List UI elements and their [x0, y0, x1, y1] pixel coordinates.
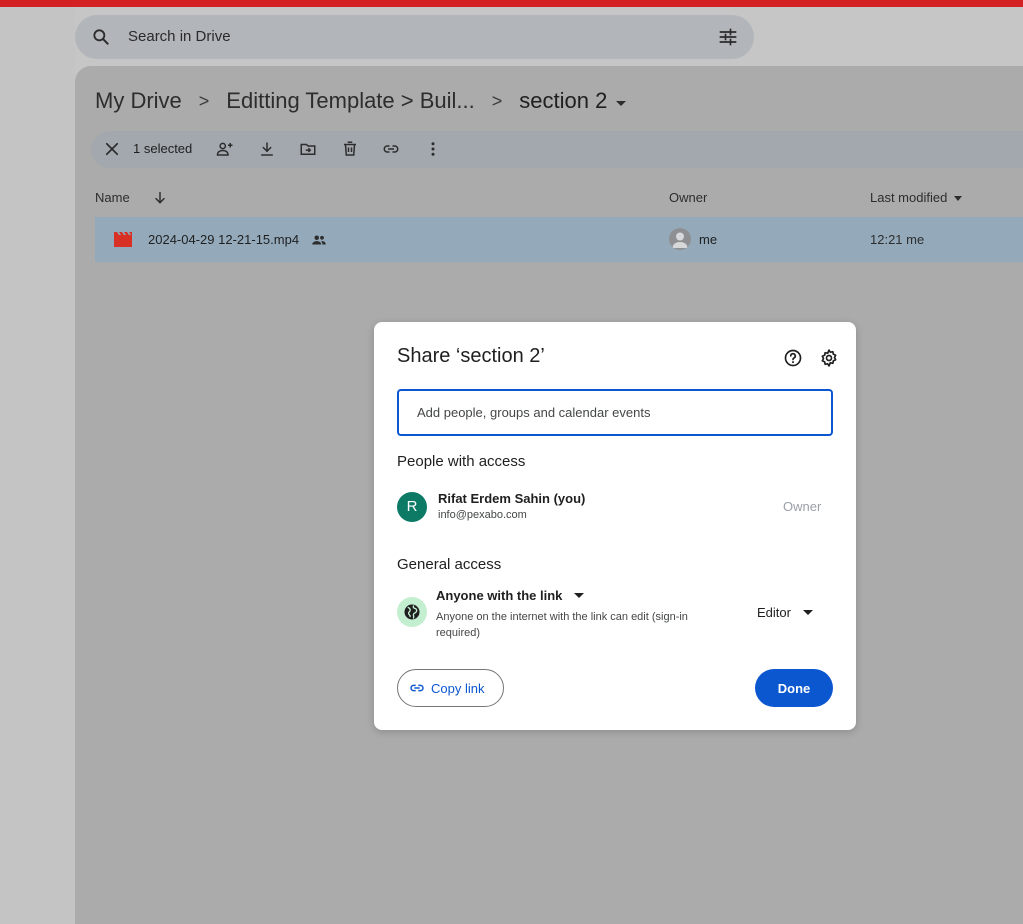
person-email: info@pexabo.com — [438, 509, 527, 521]
person-name: Rifat Erdem Sahin (you) — [438, 491, 586, 506]
general-access-dropdown[interactable]: Anyone with the link — [436, 588, 585, 603]
link-icon[interactable] — [382, 140, 400, 158]
breadcrumb: My Drive > Editting Template > Buil... >… — [95, 86, 627, 116]
more-vert-icon[interactable] — [424, 140, 442, 158]
download-icon[interactable] — [258, 140, 276, 158]
column-header-owner[interactable]: Owner — [669, 190, 707, 205]
general-access-heading: General access — [397, 556, 502, 573]
selection-toolbar: 1 selected — [91, 131, 1023, 168]
dialog-title: Share ‘section 2’ — [397, 345, 545, 367]
done-button[interactable]: Done — [755, 669, 833, 707]
chevron-down-icon — [616, 101, 627, 106]
people-with-access-heading: People with access — [397, 453, 526, 470]
column-header-name[interactable]: Name — [95, 190, 130, 205]
search-bar[interactable]: Search in Drive — [75, 15, 754, 59]
caret-down-icon — [802, 610, 813, 615]
breadcrumb-separator: > — [198, 90, 210, 111]
caret-down-icon — [953, 196, 962, 202]
trash-icon[interactable] — [341, 140, 359, 158]
gear-icon[interactable] — [819, 348, 839, 368]
close-icon[interactable] — [103, 140, 121, 158]
column-header-last-modified-label: Last modified — [870, 190, 948, 205]
top-strip — [0, 0, 1023, 7]
selected-count: 1 selected — [133, 141, 193, 156]
copy-link-label: Copy link — [431, 680, 485, 696]
owner-name: me — [699, 232, 718, 247]
search-icon[interactable] — [91, 27, 111, 47]
left-navigation-rail — [0, 7, 75, 924]
help-icon[interactable] — [783, 348, 803, 368]
breadcrumb-editting-template[interactable]: Editting Template > Buil... — [226, 88, 474, 114]
link-role-dropdown[interactable]: Editor — [757, 605, 813, 620]
globe-icon — [404, 604, 420, 620]
person-role: Owner — [783, 499, 822, 514]
link-role-value: Editor — [757, 605, 791, 620]
caret-down-icon — [574, 593, 585, 598]
table-row[interactable]: 2024-04-29 12-21-15.mp4 me 12:21 me — [95, 217, 1023, 262]
video-file-icon — [114, 232, 132, 247]
breadcrumb-separator: > — [491, 90, 503, 111]
share-person-add-icon[interactable] — [216, 140, 234, 158]
search-input[interactable]: Search in Drive — [128, 28, 231, 45]
globe-badge — [397, 597, 427, 627]
file-name[interactable]: 2024-04-29 12-21-15.mp4 — [148, 232, 299, 247]
column-header-last-modified[interactable]: Last modified — [870, 190, 962, 205]
general-access-description: Anyone on the internet with the link can… — [436, 611, 688, 639]
move-to-folder-icon[interactable] — [299, 140, 317, 158]
copy-link-button[interactable]: Copy link — [397, 669, 504, 707]
last-modified: 12:21 me — [870, 232, 925, 247]
person-icon — [672, 232, 688, 248]
general-access-value: Anyone with the link — [436, 588, 563, 603]
breadcrumb-current-label: section 2 — [519, 88, 608, 113]
add-people-input[interactable] — [397, 389, 833, 436]
avatar: R — [397, 492, 427, 522]
share-dialog: Share ‘section 2’ People with access R R… — [374, 322, 856, 730]
link-icon — [410, 684, 424, 692]
breadcrumb-current-folder[interactable]: section 2 — [519, 88, 627, 114]
arrow-down-icon[interactable] — [152, 190, 168, 206]
owner-avatar — [669, 228, 691, 250]
search-options-icon[interactable] — [718, 27, 738, 47]
shared-people-icon — [312, 235, 326, 245]
breadcrumb-my-drive[interactable]: My Drive — [95, 88, 182, 114]
